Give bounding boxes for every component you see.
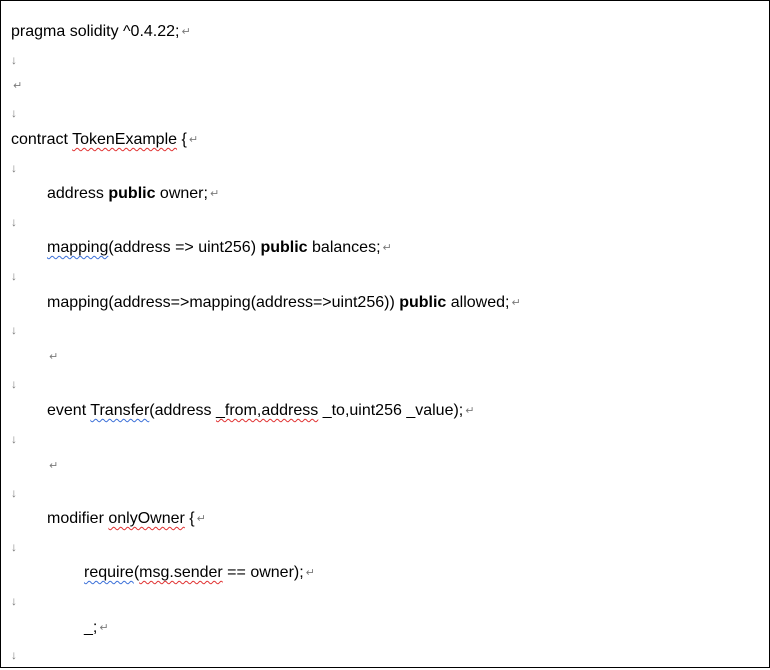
line-break-mark-icon: ↓ — [11, 269, 17, 283]
code-text: contract — [11, 131, 73, 148]
code-text: address — [47, 185, 109, 202]
line-break-mark-icon: ↓ — [11, 53, 17, 67]
code-text: _; — [84, 619, 98, 636]
document-page: pragma solidity ^0.4.22; ↵ ↓ ↵ ↓ contract… — [0, 0, 770, 668]
paragraph-mark-icon: ↵ — [181, 26, 191, 38]
code-text: pragma solidity ^0.4.22; — [11, 23, 180, 40]
code-text: (address => uint256) — [108, 239, 261, 256]
code-text: owner; — [155, 185, 208, 202]
grammar-error-text[interactable]: require — [84, 564, 134, 581]
line-contract: contract TokenExample {↵ — [1, 129, 198, 151]
spelling-error-text[interactable]: _from,address — [216, 402, 318, 419]
paragraph-mark-icon: ↵ — [305, 567, 315, 579]
code-text: modifier — [47, 510, 109, 527]
paragraph-mark-icon: ↵ — [188, 134, 199, 146]
paragraph-mark-icon: ↵ — [511, 297, 521, 309]
paragraph-mark-icon: ↵ — [196, 513, 206, 525]
paragraph-mark-icon: ↵ — [13, 80, 23, 92]
line-allowed: mapping(address=>mapping(address=>uint25… — [1, 292, 521, 314]
line-modifier: modifier onlyOwner {↵ — [1, 508, 206, 530]
line-pragma: pragma solidity ^0.4.22; ↵ — [1, 21, 191, 43]
grammar-error-text[interactable]: Transfer — [90, 402, 149, 419]
line-break-mark-icon: ↓ — [11, 648, 17, 662]
spelling-error-text[interactable]: msg.sender — [139, 564, 223, 581]
paragraph-mark-icon: ↵ — [99, 622, 109, 634]
line-break-mark-icon: ↓ — [11, 486, 17, 500]
code-text: event — [47, 402, 91, 419]
code-text: == owner); — [222, 564, 304, 581]
empty-paragraph: ↵ — [1, 346, 58, 368]
keyword-public: public — [260, 239, 308, 256]
line-break-mark-icon: ↓ — [11, 594, 17, 608]
line-event: event Transfer(address _from,address _to… — [1, 400, 474, 422]
line-break-mark-icon: ↓ — [11, 377, 17, 391]
code-text: balances; — [307, 239, 381, 256]
paragraph-mark-icon: ↵ — [49, 351, 59, 363]
empty-paragraph: ↵ — [1, 455, 58, 477]
line-break-mark-icon: ↓ — [11, 106, 17, 120]
line-balances: mapping(address => uint256) public balan… — [1, 237, 392, 259]
paragraph-mark-icon: ↵ — [209, 188, 220, 200]
spelling-error-text[interactable]: onlyOwner — [108, 510, 184, 527]
line-break-mark-icon: ↓ — [11, 323, 17, 337]
grammar-error-text[interactable]: mapping — [47, 239, 108, 256]
empty-paragraph: ↵ — [1, 75, 22, 97]
code-text: { — [184, 510, 195, 527]
keyword-public: public — [399, 294, 447, 311]
line-placeholder: _; ↵ — [1, 617, 109, 639]
paragraph-mark-icon: ↵ — [49, 460, 59, 472]
code-text: _to,uint256 _value); — [318, 402, 464, 419]
code-text: (address — [149, 402, 216, 419]
line-break-mark-icon: ↓ — [11, 432, 17, 446]
spelling-error-text[interactable]: TokenExample — [72, 131, 177, 148]
line-break-mark-icon: ↓ — [11, 540, 17, 554]
code-text: { — [177, 131, 187, 148]
line-owner: address public owner; ↵ — [1, 183, 219, 205]
line-break-mark-icon: ↓ — [11, 215, 17, 229]
paragraph-mark-icon: ↵ — [465, 405, 475, 417]
code-text: allowed; — [446, 294, 510, 311]
paragraph-mark-icon: ↵ — [382, 242, 392, 254]
code-text: mapping(address=>mapping(address=>uint25… — [47, 294, 400, 311]
line-break-mark-icon: ↓ — [11, 161, 17, 175]
line-require: require(msg.sender == owner); ↵ — [1, 562, 315, 584]
keyword-public: public — [108, 185, 156, 202]
